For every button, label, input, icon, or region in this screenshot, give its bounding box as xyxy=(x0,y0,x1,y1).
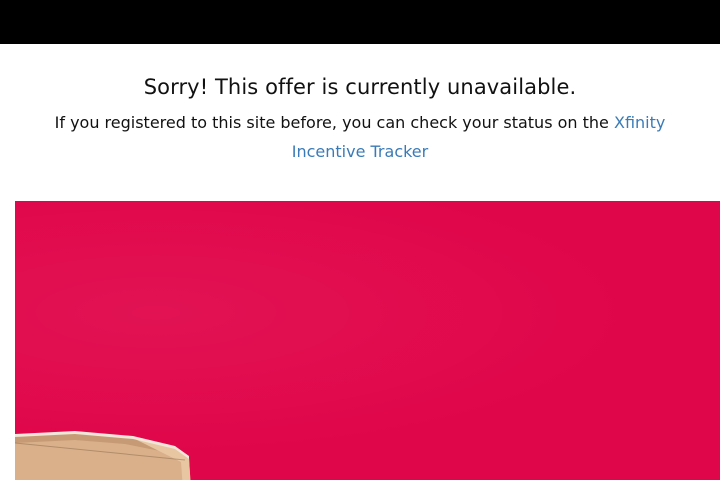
hero-image xyxy=(15,201,720,480)
cardboard-box-image xyxy=(15,431,191,480)
page-headline: Sorry! This offer is currently unavailab… xyxy=(143,75,577,99)
unavailable-message-section: Sorry! This offer is currently unavailab… xyxy=(0,44,720,201)
top-black-bar xyxy=(0,0,720,44)
status-info-prefix: If you registered to this site before, y… xyxy=(54,113,614,132)
status-info-text: If you registered to this site before, y… xyxy=(40,108,680,166)
